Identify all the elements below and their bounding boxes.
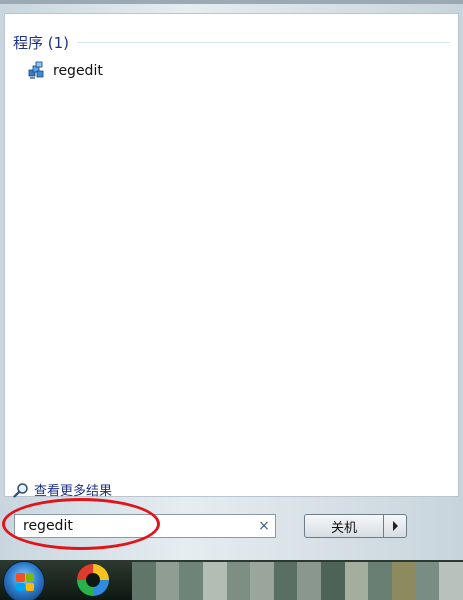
start-button[interactable] bbox=[3, 561, 45, 600]
search-results-panel: 程序 (1) regedit 查看更多结果 bbox=[4, 13, 459, 499]
see-more-label: 查看更多结果 bbox=[34, 484, 113, 499]
magnifier-icon bbox=[13, 482, 28, 498]
app-icon-center bbox=[86, 573, 100, 587]
registry-editor-icon bbox=[28, 61, 44, 79]
see-more-results-link[interactable]: 查看更多结果 bbox=[13, 480, 112, 499]
shutdown-button[interactable]: 关机 bbox=[304, 514, 384, 538]
result-label: regedit bbox=[53, 63, 103, 79]
clear-search-icon[interactable]: × bbox=[253, 518, 275, 534]
group-divider bbox=[77, 42, 450, 43]
search-box[interactable]: × bbox=[14, 514, 276, 538]
pinned-app-button[interactable] bbox=[73, 562, 113, 598]
start-menu-frame: 程序 (1) regedit 查看更多结果 regedit × 关机 bbox=[0, 0, 463, 560]
screen: 程序 (1) regedit 查看更多结果 regedit × 关机 bbox=[0, 0, 463, 600]
shutdown-options-button[interactable] bbox=[383, 514, 407, 538]
windows-logo-icon bbox=[16, 573, 34, 591]
search-input[interactable] bbox=[15, 517, 253, 535]
pixelated-taskbar-area bbox=[132, 562, 463, 600]
group-header: 程序 (1) bbox=[13, 32, 450, 53]
result-item-regedit[interactable]: regedit bbox=[23, 60, 109, 82]
group-title: 程序 (1) bbox=[13, 34, 70, 52]
chevron-right-icon bbox=[392, 521, 398, 531]
shutdown-label: 关机 bbox=[330, 520, 357, 536]
